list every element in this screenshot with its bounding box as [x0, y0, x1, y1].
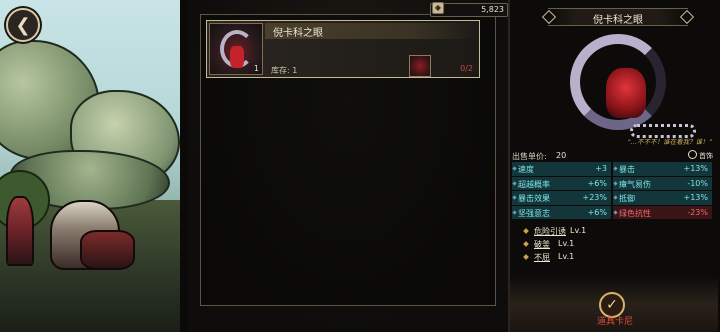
stat-value: +23% — [582, 193, 607, 202]
stat-cell: 坚强意志 +6% — [512, 205, 611, 219]
stat-cell: 超越概率 +6% — [512, 176, 611, 190]
back-arrow-icon: ❮ — [15, 14, 31, 36]
checkmark-icon: ✓ — [606, 297, 618, 313]
skill-item[interactable]: 危险引诱 Lv.1 — [523, 226, 704, 239]
stat-value: +6% — [587, 178, 607, 188]
slot-label: 首饰 — [699, 152, 713, 160]
stat-bullet-icon — [613, 180, 618, 186]
stat-bullet-icon — [613, 209, 618, 215]
item-name: 倪卡科之眼 — [273, 28, 323, 39]
skill-level: Lv.1 — [570, 226, 587, 235]
skill-bullet-icon — [523, 228, 529, 234]
stat-name: 抵御 — [619, 194, 635, 203]
item-artwork — [560, 28, 700, 146]
eye-core-art — [230, 46, 244, 68]
skill-name: 不屈 — [534, 253, 550, 262]
stat-bullet-icon — [613, 166, 618, 171]
inventory-item-card[interactable]: 1 倪卡科之眼 库存: 1 0/2 — [206, 20, 480, 78]
stat-bullet-icon — [512, 209, 517, 215]
skill-name: 破釜 — [534, 240, 550, 249]
price-label: 出售单价: — [512, 152, 547, 161]
stat-name: 瘴气易伤 — [619, 179, 651, 189]
price-value: 20 — [556, 151, 567, 160]
skill-item[interactable]: 不屈 Lv.1 — [523, 252, 704, 265]
skill-level: Lv.1 — [558, 239, 575, 248]
skill-level: Lv.1 — [558, 252, 575, 261]
item-thumbnail: 1 — [209, 23, 263, 75]
stat-name: 坚强意志 — [518, 208, 550, 218]
stat-value: -23% — [687, 207, 708, 217]
hero-character — [80, 230, 135, 270]
back-button[interactable]: ❮ — [6, 8, 40, 42]
stat-value: +13% — [683, 193, 708, 202]
battle-scene — [0, 0, 180, 332]
confirm-label: 道具卡尼 — [596, 317, 633, 327]
stat-name: 绿色抗性 — [619, 208, 651, 218]
stat-bullet-icon — [613, 195, 618, 200]
stat-name: 暴击 — [619, 165, 635, 174]
item-stock: 库存: 1 — [271, 65, 297, 76]
skill-list: 危险引诱 Lv.1 破釜 Lv.1 不屈 Lv.1 — [523, 226, 704, 265]
stat-cell: 瘴气易伤 -10% — [613, 176, 712, 190]
item-level: 1 — [253, 64, 259, 73]
stat-value: +6% — [587, 207, 607, 217]
stat-bullet-icon — [512, 166, 517, 171]
stat-cell: 暴击效果 +23% — [512, 191, 611, 205]
art-eye — [606, 68, 646, 118]
item-stock-label: 库存: — [271, 66, 290, 75]
accessory-slot-icon — [688, 150, 697, 159]
skill-bullet-icon — [523, 241, 529, 247]
stats-table: 速度 +3 暴击 +13% 超越概率 +6% 瘴气易伤 -10% 暴击效果 +23% 抵御… — [512, 162, 714, 220]
stat-cell: 暴击 +13% — [613, 162, 712, 176]
stat-name: 暴击效果 — [518, 194, 550, 203]
stat-cell-negative: 绿色抗性 -23% — [613, 205, 712, 219]
hero-character — [6, 196, 34, 266]
equipped-hero-icon — [409, 55, 431, 77]
coin-icon: ◆ — [432, 2, 444, 14]
stat-cell: 抵御 +13% — [613, 191, 712, 205]
stat-row: 坚强意志 +6% 绿色抗性 -23% — [512, 205, 714, 219]
stat-row: 暴击效果 +23% 抵御 +13% — [512, 191, 714, 205]
stat-row: 速度 +3 暴击 +13% — [512, 162, 714, 176]
stat-value: -10% — [687, 178, 708, 188]
stat-row: 超越概率 +6% 瘴气易伤 -10% — [512, 176, 714, 190]
stat-name: 速度 — [518, 165, 534, 174]
stat-value: +13% — [683, 164, 708, 173]
stat-bullet-icon — [512, 180, 517, 186]
stat-bullet-icon — [512, 195, 517, 200]
detail-title: 倪卡科之眼 — [593, 15, 643, 26]
currency-value: 5,823 — [481, 5, 504, 14]
panel-divider — [180, 0, 188, 332]
item-equip-count: 0/2 — [460, 64, 473, 73]
skill-bullet-icon — [523, 254, 529, 260]
item-stock-value: 1 — [292, 66, 298, 75]
stat-value: +3 — [595, 164, 607, 173]
stat-cell: 速度 +3 — [512, 162, 611, 176]
stat-name: 超越概率 — [518, 179, 550, 189]
inventory-panel: 1 倪卡科之眼 库存: 1 0/2 — [188, 0, 508, 332]
item-quote: “…不不不！谁在看我？谁！” — [627, 138, 712, 146]
skill-name: 危险引诱 — [534, 227, 566, 236]
skill-item[interactable]: 破釜 Lv.1 — [523, 239, 704, 252]
